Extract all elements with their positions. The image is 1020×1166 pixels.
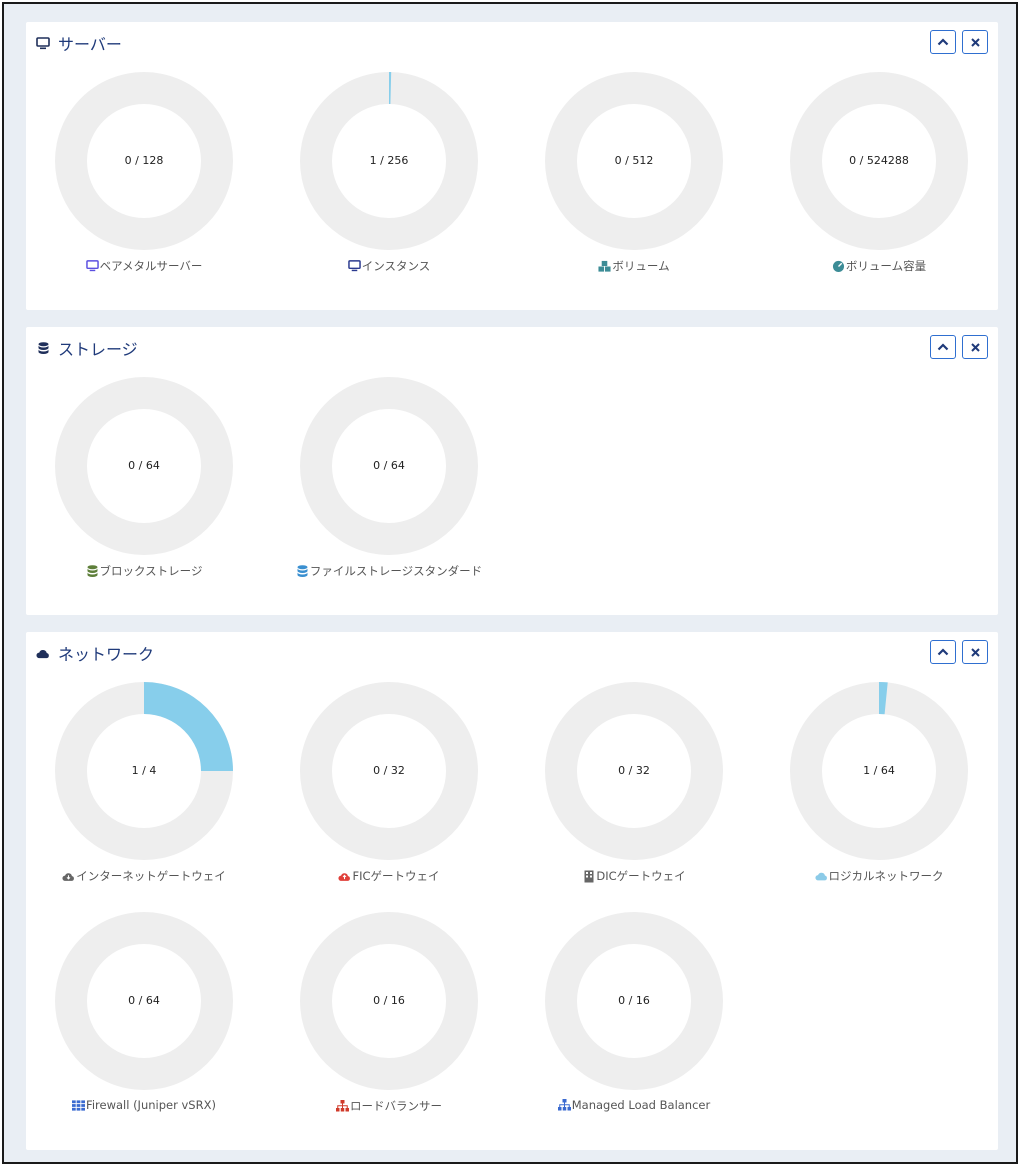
collapse-button[interactable] <box>930 335 956 359</box>
gauge-logical-network: 1 / 64 ロジカルネットワーク <box>779 682 979 892</box>
caption-label: ファイルストレージスタンダード <box>309 564 483 578</box>
cloud-icon <box>36 646 50 660</box>
caption-label: ボリューム <box>612 259 670 273</box>
gauge-caption: ボリューム <box>534 258 734 274</box>
storage-panel: ストレージ 0 / 64 ブロックストレージ 0 / 64 ファイルストレージス… <box>26 327 998 615</box>
gauge-value: 0 / 512 <box>614 154 654 167</box>
close-button[interactable] <box>962 640 988 664</box>
gauge-value: 0 / 32 <box>618 764 650 777</box>
gauge-caption: ブロックストレージ <box>44 563 244 579</box>
caption-label: インスタンス <box>361 259 431 273</box>
gauge-value: 0 / 32 <box>373 764 405 777</box>
gauge-value: 0 / 64 <box>373 459 405 472</box>
gauge-caption: DICゲートウェイ <box>534 868 734 884</box>
gauge-block-storage: 0 / 64 ブロックストレージ <box>44 377 244 587</box>
monitor-icon <box>347 260 361 273</box>
monitor-icon <box>36 36 50 50</box>
database-icon <box>86 564 99 578</box>
chevron-up-icon <box>937 343 949 351</box>
gauge-value: 0 / 16 <box>373 994 405 1007</box>
network-panel-header: ネットワーク <box>36 641 154 665</box>
database-icon <box>36 341 50 355</box>
gauge-file-storage: 0 / 64 ファイルストレージスタンダード <box>289 377 489 587</box>
cloud-icon <box>814 870 828 883</box>
panel-title: ストレージ <box>58 340 138 359</box>
caption-label: ロジカルネットワーク <box>828 869 944 883</box>
gauge-icon <box>832 260 845 273</box>
caption-label: ボリューム容量 <box>845 259 927 273</box>
gauge-value: 1 / 4 <box>131 764 157 777</box>
close-icon <box>970 342 980 352</box>
gauge-managed-load-balancer: 0 / 16 Managed Load Balancer <box>534 912 734 1122</box>
gauge-caption: ロジカルネットワーク <box>779 868 979 884</box>
database-icon <box>296 564 309 578</box>
caption-label: FICゲートウェイ <box>352 869 440 883</box>
gauge-caption: ファイルストレージスタンダード <box>289 563 489 579</box>
caption-label: Firewall (Juniper vSRX) <box>86 1098 216 1112</box>
gauge-volume: 0 / 512 ボリューム <box>534 72 734 282</box>
gauge-firewall: 0 / 64 Firewall (Juniper vSRX) <box>44 912 244 1122</box>
caption-label: ロードバランサー <box>350 1099 442 1113</box>
server-panel-header: サーバー <box>36 31 122 55</box>
panel-title: ネットワーク <box>58 645 155 664</box>
caption-label: ブロックストレージ <box>99 564 203 578</box>
gauge-volume-capacity: 0 / 524288 ボリューム容量 <box>779 72 979 282</box>
building-icon <box>582 870 595 883</box>
cloud-upload-icon <box>338 870 351 883</box>
panel-title: サーバー <box>58 35 122 54</box>
chevron-up-icon <box>937 38 949 46</box>
close-button[interactable] <box>962 30 988 54</box>
gauge-value: 1 / 256 <box>369 154 409 167</box>
sitemap-icon <box>557 1099 571 1112</box>
dashboard-frame: サーバー 0 / 128 ベアメタルサーバー 1 / 256 インスタンス 0 … <box>2 2 1018 1164</box>
collapse-button[interactable] <box>930 30 956 54</box>
gauge-caption: ベアメタルサーバー <box>44 258 244 274</box>
caption-label: インターネットゲートウェイ <box>76 869 226 883</box>
firewall-icon <box>72 1099 86 1112</box>
gauge-caption: Firewall (Juniper vSRX) <box>44 1098 244 1112</box>
gauge-value: 0 / 64 <box>128 459 160 472</box>
caption-label: ベアメタルサーバー <box>99 259 203 273</box>
cloud-download-icon <box>62 870 75 883</box>
sitemap-icon <box>336 1100 349 1113</box>
collapse-button[interactable] <box>930 640 956 664</box>
gauge-value: 0 / 16 <box>618 994 650 1007</box>
gauge-value: 0 / 64 <box>128 994 160 1007</box>
gauge-caption: ロードバランサー <box>289 1098 489 1114</box>
close-icon <box>970 37 980 47</box>
gauge-internet-gateway: 1 / 4 インターネットゲートウェイ <box>44 682 244 892</box>
network-panel: ネットワーク 1 / 4 インターネットゲートウェイ 0 / 32 FICゲート… <box>26 632 998 1150</box>
monitor-icon <box>85 260 99 273</box>
gauge-dic-gateway: 0 / 32 DICゲートウェイ <box>534 682 734 892</box>
gauge-caption: インスタンス <box>289 258 489 274</box>
gauge-value: 1 / 64 <box>863 764 895 777</box>
gauge-value: 0 / 524288 <box>849 154 909 167</box>
gauge-fic-gateway: 0 / 32 FICゲートウェイ <box>289 682 489 892</box>
gauge-instance: 1 / 256 インスタンス <box>289 72 489 282</box>
gauge-caption: FICゲートウェイ <box>289 868 489 884</box>
gauge-caption: ボリューム容量 <box>779 258 979 274</box>
gauge-caption: Managed Load Balancer <box>534 1098 734 1112</box>
gauge-baremetal: 0 / 128 ベアメタルサーバー <box>44 72 244 282</box>
donut-segment <box>144 682 233 771</box>
caption-label: DICゲートウェイ <box>596 869 686 883</box>
storage-panel-header: ストレージ <box>36 336 138 360</box>
chevron-up-icon <box>937 648 949 656</box>
caption-label: Managed Load Balancer <box>571 1098 711 1112</box>
server-panel: サーバー 0 / 128 ベアメタルサーバー 1 / 256 インスタンス 0 … <box>26 22 998 310</box>
gauge-value: 0 / 128 <box>124 154 164 167</box>
close-icon <box>970 647 980 657</box>
gauge-load-balancer: 0 / 16 ロードバランサー <box>289 912 489 1122</box>
gauge-caption: インターネットゲートウェイ <box>44 868 244 884</box>
cubes-icon <box>598 260 611 273</box>
close-button[interactable] <box>962 335 988 359</box>
